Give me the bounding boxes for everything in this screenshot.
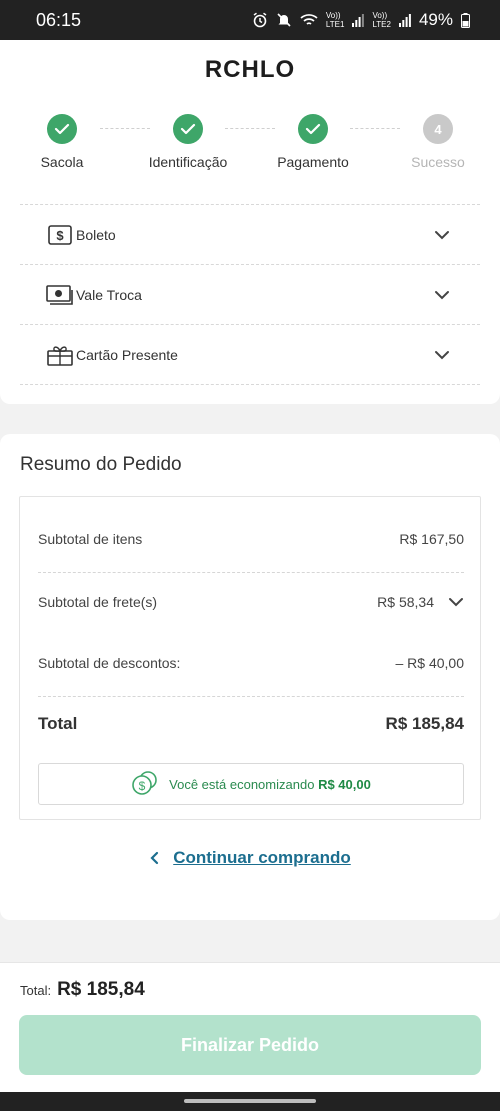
step-sacola[interactable]: Sacola [2,114,122,170]
total-value: R$ 185,84 [385,714,464,733]
shipping-subtotal-row[interactable]: Subtotal de frete(s) R$ 58,34 [38,594,464,610]
summary-box: Subtotal de itens R$ 167,50 Subtotal de … [19,496,481,820]
step-identificacao[interactable]: Identificação [128,114,248,170]
payment-methods: $ Boleto Vale Troca Cartão Presente [20,204,480,385]
chevron-down-icon[interactable] [434,347,450,363]
wifi-icon [300,13,318,27]
items-subtotal-value: R$ 167,50 [399,531,464,547]
step-label: Sucesso [411,154,465,170]
savings-text: Você está economizando R$ 40,00 [169,777,371,792]
payment-method-vale-troca[interactable]: Vale Troca [20,265,480,325]
items-subtotal-label: Subtotal de itens [38,531,143,547]
total-row: Total R$ 185,84 [38,714,464,734]
boleto-icon: $ [46,223,74,247]
lte2-text: LTE2 [372,20,391,29]
payment-method-label: Vale Troca [76,286,142,303]
payment-method-label: Cartão Presente [76,346,178,363]
status-icons: Vo)) LTE1 Vo)) LTE2 49% [252,10,470,30]
signal-icon [398,13,411,27]
divider [38,572,464,573]
alarm-icon [252,12,268,28]
shipping-subtotal-label: Subtotal de frete(s) [38,594,158,610]
payment-method-boleto[interactable]: $ Boleto [20,205,480,265]
volte2-text: Vo)) [372,11,388,20]
check-icon [47,114,77,144]
payment-method-cartao-presente[interactable]: Cartão Presente [20,325,480,385]
check-icon [173,114,203,144]
chevron-down-icon[interactable] [434,227,450,243]
continue-shopping-link[interactable]: Continuar comprando [173,848,351,868]
savings-label: Você está economizando [169,776,315,792]
step-number: 4 [423,114,453,144]
gift-card-icon [46,343,74,367]
finalize-order-button[interactable]: Finalizar Pedido [19,1015,481,1075]
svg-text:$: $ [139,779,146,793]
chevron-down-icon[interactable] [448,594,464,610]
step-label: Sacola [40,154,84,170]
check-icon [298,114,328,144]
battery-icon [461,12,470,28]
savings-banner: $ Você está economizando R$ 40,00 [38,763,464,805]
svg-text:$: $ [56,228,64,243]
payment-method-label: Boleto [76,226,116,243]
footer-total-label: Total: [20,983,52,998]
system-nav-bar [0,1092,500,1111]
lte1-text: LTE1 [325,20,345,29]
step-label: Pagamento [277,154,349,170]
order-summary-card: Resumo do Pedido Subtotal de itens R$ 16… [0,434,500,920]
chevron-down-icon[interactable] [434,287,450,303]
total-label: Total [38,714,78,733]
status-time: 06:15 [36,9,82,30]
coins-icon: $ [131,770,159,799]
volte1-text: Vo)) [325,11,341,20]
items-subtotal-row: Subtotal de itens R$ 167,50 [38,531,464,547]
step-label: Identificação [148,154,228,170]
summary-title: Resumo do Pedido [20,454,182,475]
checkout-steps: Sacola Identificação Pagamento 4 Sucesso [0,114,500,174]
signal-icon [352,13,365,27]
battery-percent: 49% [418,10,453,29]
status-bar: 06:15 Vo)) LTE1 Vo)) LTE2 49% [0,0,500,40]
step-sucesso: 4 Sucesso [378,114,498,170]
brand-logo: RCHLO [204,56,296,83]
footer-total-value: R$ 185,84 [57,979,145,1000]
discount-subtotal-value: – R$ 40,00 [395,655,465,671]
step-pagamento[interactable]: Pagamento [253,114,373,170]
volte-lte1-icon: Vo)) LTE1 [326,11,345,29]
continue-shopping[interactable]: Continuar comprando [0,848,500,868]
mute-icon [276,12,292,28]
home-gesture-handle[interactable] [184,1099,316,1103]
discount-subtotal-row: Subtotal de descontos: – R$ 40,00 [38,655,464,671]
divider [38,696,464,697]
footer-total: Total: R$ 185,84 [20,979,145,1001]
discount-subtotal-label: Subtotal de descontos: [38,655,181,671]
checkout-footer: Total: R$ 185,84 Finalizar Pedido [0,962,500,1092]
shipping-subtotal-value: R$ 58,34 [377,594,434,610]
checkout-card: RCHLO Sacola Identificação Pagamento 4 S… [0,40,500,404]
voucher-icon [46,283,74,307]
volte-lte2-icon: Vo)) LTE2 [372,11,391,29]
savings-value: R$ 40,00 [318,776,371,792]
chevron-left-icon [150,851,159,865]
